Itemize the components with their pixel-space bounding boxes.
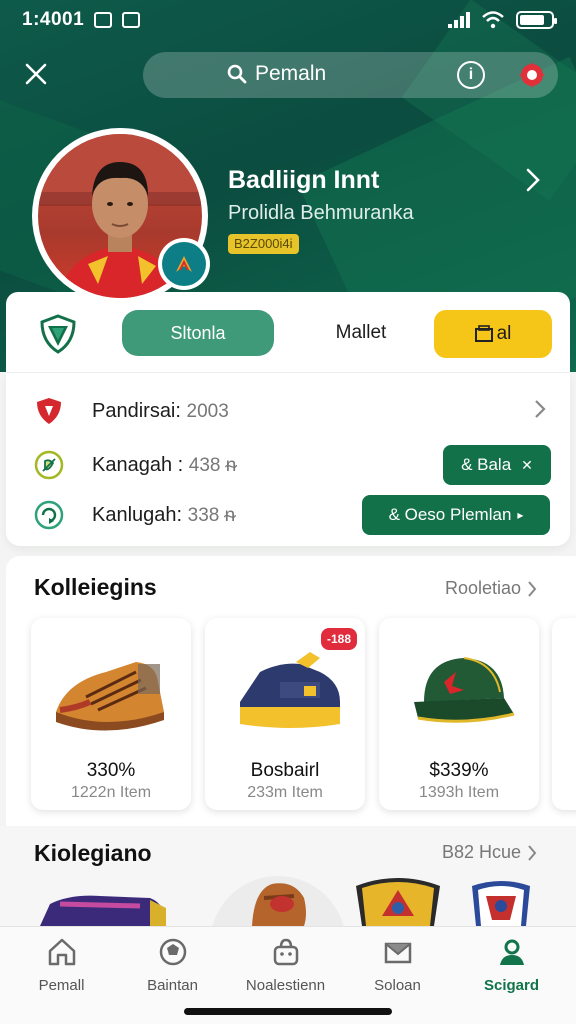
boot-icon — [41, 632, 181, 752]
tab-market[interactable]: Mallet — [306, 310, 416, 356]
tab-gold-label: al — [496, 323, 512, 344]
nav-item-home[interactable]: Pemall — [4, 935, 119, 1005]
collection-item-card[interactable]: $339% 1393h Item — [379, 618, 539, 810]
sneaker-icon — [215, 632, 355, 752]
profile-name: Badliign Innt — [228, 166, 380, 194]
stat-chevron[interactable] — [534, 399, 546, 424]
crest-button[interactable] — [36, 312, 80, 356]
tab-gold[interactable]: al — [434, 310, 552, 358]
shield-crest-icon — [40, 314, 76, 354]
leaf-icon — [34, 450, 64, 480]
ball-icon — [156, 935, 190, 969]
chevron-right-icon — [528, 844, 537, 861]
status-bar: 1:4001 — [0, 0, 576, 40]
stat-position-value: 2003 — [186, 400, 229, 422]
nav-item-profile[interactable]: Scigard — [454, 935, 569, 1005]
close-small-icon: ✕ — [521, 456, 533, 473]
stat-row-position[interactable]: Pandirsai: 2003 — [6, 385, 570, 437]
nav-item-mail[interactable]: Soloan — [340, 935, 455, 1005]
wifi-icon — [482, 11, 504, 29]
alert-button[interactable] — [517, 60, 547, 90]
arrow-small-icon: ▸ — [517, 508, 524, 522]
discount-badge: -188 — [320, 628, 357, 650]
search-bar[interactable]: Pemaln i — [143, 52, 558, 98]
stat-goals-label: Kanagah : 438 ᵰ — [92, 453, 237, 476]
item-count: 1393h Item — [418, 784, 500, 801]
close-icon — [25, 63, 47, 85]
stat-assists-label: Kanlugah: 338 ᵰ — [92, 503, 236, 526]
bag-icon — [269, 935, 303, 969]
badge-item-preview[interactable] — [352, 876, 444, 931]
chevron-right-icon — [535, 400, 546, 418]
info-icon: i — [468, 66, 474, 83]
club-badge — [158, 238, 210, 290]
search-icon — [227, 64, 247, 84]
tab-squad[interactable]: Sltonla — [122, 310, 274, 356]
item-price: Bosbairl — [250, 760, 320, 781]
item-count: 233m Item — [247, 784, 323, 801]
chevron-right-icon — [528, 580, 537, 597]
item-price: 330% — [86, 760, 136, 781]
image-icon — [122, 12, 141, 28]
second-section-link[interactable]: B82 Hcue — [442, 842, 537, 863]
status-time: 1:4001 — [22, 9, 85, 30]
stat-assists-value: 338 ᵰ — [187, 504, 236, 526]
profile-chevron-button[interactable] — [526, 168, 540, 197]
cap-icon — [389, 632, 529, 752]
item-price: $339% — [429, 760, 489, 781]
nav-item-ball[interactable]: Baintan — [115, 935, 230, 1005]
info-button[interactable]: i — [457, 61, 485, 89]
stat-position-label: Pandirsai: 2003 — [92, 399, 229, 422]
signal-icon — [448, 12, 470, 28]
collection-item-card[interactable]: 330% 1222n Item — [31, 618, 191, 810]
close-button[interactable] — [16, 54, 56, 94]
second-section-title: Kiolegiano — [34, 840, 152, 866]
shield-item-preview[interactable] — [466, 880, 536, 931]
battery-icon — [516, 11, 557, 29]
settings-alert-icon — [519, 62, 545, 88]
collections-title: Kolleiegins — [34, 574, 157, 600]
profile-id-chip: B2Z000i4i — [228, 234, 299, 254]
bala-button[interactable]: & Bala ✕ — [443, 445, 551, 485]
home-icon — [45, 935, 79, 969]
collections-see-all-link[interactable]: Rooletiao — [445, 578, 537, 599]
search-placeholder: Pemaln — [255, 62, 327, 85]
refresh-icon — [34, 500, 64, 530]
glove-item-preview[interactable] — [208, 874, 348, 926]
notification-icon — [94, 12, 113, 28]
profile-icon — [495, 935, 529, 969]
top-bar: Pemaln i — [0, 50, 576, 98]
mail-icon — [381, 935, 415, 969]
nav-item-bag[interactable]: Noalestienn — [228, 935, 343, 1005]
stat-goals-value: 438 ᵰ — [188, 454, 237, 476]
wallet-icon — [474, 325, 493, 342]
collection-item-card[interactable]: -188 Bosbairl 233m Item — [205, 618, 365, 810]
red-shield-icon — [34, 396, 64, 426]
deso-button[interactable]: & Oeso Plemlan ▸ — [362, 495, 550, 535]
collection-item-card-partial[interactable] — [552, 618, 576, 810]
home-indicator — [184, 1008, 392, 1015]
tabs-card: Sltonla Mallet al — [6, 292, 570, 372]
item-count: 1222n Item — [70, 784, 152, 801]
stats-card: Pandirsai: 2003 Kanagah : 438 ᵰ & Bala ✕… — [6, 372, 570, 546]
profile-subtitle: Prolidla Behmuranka — [228, 202, 414, 224]
chevron-right-icon — [526, 168, 540, 192]
club-crest-icon — [176, 256, 192, 272]
